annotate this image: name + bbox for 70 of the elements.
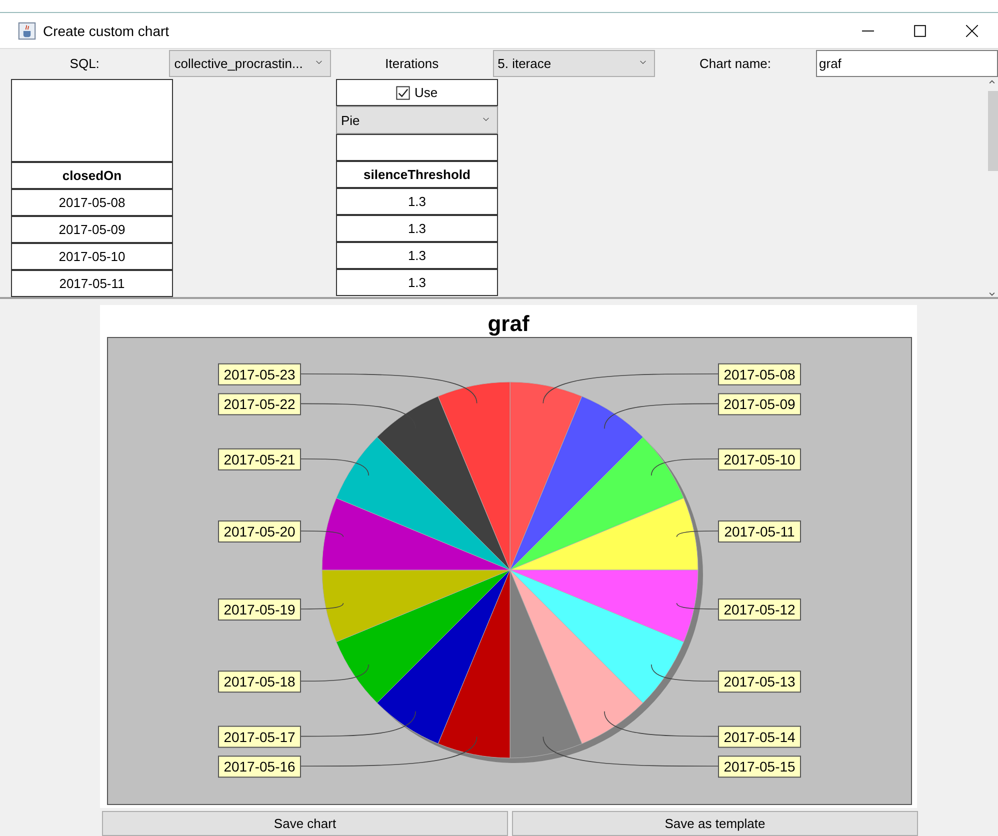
leader-line <box>300 664 370 682</box>
slice-label: 2017-05-21 <box>224 451 296 468</box>
data-label: 2017-05-10 <box>718 448 801 470</box>
slice-label: 2017-05-10 <box>724 451 796 468</box>
leader-line <box>650 664 718 682</box>
slice-label: 2017-05-13 <box>724 674 796 690</box>
table-cell: 2017-05-09 <box>11 216 173 243</box>
checkbox-label: Use <box>414 85 438 100</box>
slice-label: 2017-05-12 <box>724 602 796 618</box>
chart-name-label: Chart name: <box>698 56 772 70</box>
action-button[interactable]: Save chart <box>102 811 508 836</box>
column-header: closedOn <box>11 162 173 189</box>
scrollbar[interactable] <box>988 79 998 297</box>
slice-label: 2017-05-16 <box>224 758 296 775</box>
data-label: 2017-05-11 <box>718 520 801 542</box>
chart-title: graf <box>488 311 530 336</box>
data-label: 2017-05-22 <box>218 393 301 416</box>
data-label: 2017-05-08 <box>718 363 801 386</box>
slice-label: 2017-05-15 <box>724 758 796 775</box>
slice-label: 2017-05-18 <box>224 674 296 690</box>
table-cell: 1.3 <box>336 188 498 215</box>
caret-icon <box>481 117 491 123</box>
leader-line <box>650 458 718 476</box>
action-button[interactable]: Save as template <box>512 811 918 836</box>
data-label: 2017-05-13 <box>718 670 801 693</box>
sql-label: SQL: <box>68 56 100 70</box>
dropdown[interactable]: 5. iterace <box>492 50 655 76</box>
slice-label: 2017-05-09 <box>724 396 796 412</box>
slice-label: 2017-05-08 <box>724 366 796 382</box>
close-icon <box>966 24 978 36</box>
dropdown[interactable]: Pie <box>336 106 498 134</box>
data-label: 2017-05-12 <box>718 598 801 621</box>
leader-line <box>300 602 344 610</box>
chart-name-field[interactable]: graf <box>816 50 998 76</box>
data-label: 2017-05-21 <box>218 448 301 470</box>
data-label: 2017-05-16 <box>218 756 301 778</box>
table-cell: 2017-05-11 <box>11 270 173 297</box>
data-label: 2017-05-17 <box>218 726 301 748</box>
table-cell: 2017-05-10 <box>11 243 173 270</box>
caret-icon <box>314 60 324 66</box>
slice-label: 2017-05-22 <box>224 396 296 412</box>
table-cell: 1.3 <box>336 242 498 269</box>
caret-icon <box>638 60 648 66</box>
cup-icon <box>18 22 36 40</box>
data-label: 2017-05-19 <box>218 598 301 621</box>
data-label: 2017-05-18 <box>218 670 301 693</box>
data-label: 2017-05-14 <box>718 726 801 748</box>
leader-line <box>300 530 344 538</box>
data-label: 2017-05-09 <box>718 393 801 416</box>
slice-label: 2017-05-14 <box>724 728 796 745</box>
leader-line <box>676 602 718 610</box>
slice-label: 2017-05-23 <box>224 366 296 382</box>
slice-label: 2017-05-19 <box>224 602 296 618</box>
table-cell: 1.3 <box>336 215 498 242</box>
slice-label: 2017-05-17 <box>224 728 296 745</box>
checkbox[interactable] <box>396 86 410 100</box>
slice-label: 2017-05-11 <box>724 523 795 540</box>
data-label: 2017-05-20 <box>218 520 301 542</box>
leader-line <box>300 458 370 476</box>
window-title: Create custom chart <box>43 22 170 38</box>
data-label: 2017-05-15 <box>718 756 801 778</box>
dropdown[interactable]: collective_procrastin... <box>169 50 332 76</box>
maximize-icon <box>914 24 926 36</box>
table-cell: 2017-05-08 <box>11 189 173 216</box>
iterations-label: Iterations <box>384 56 440 70</box>
column-header: silenceThreshold <box>336 161 498 188</box>
leader-line <box>676 530 718 538</box>
data-label: 2017-05-23 <box>218 363 301 386</box>
table-cell: 1.3 <box>336 269 498 296</box>
slice-label: 2017-05-20 <box>224 523 296 540</box>
